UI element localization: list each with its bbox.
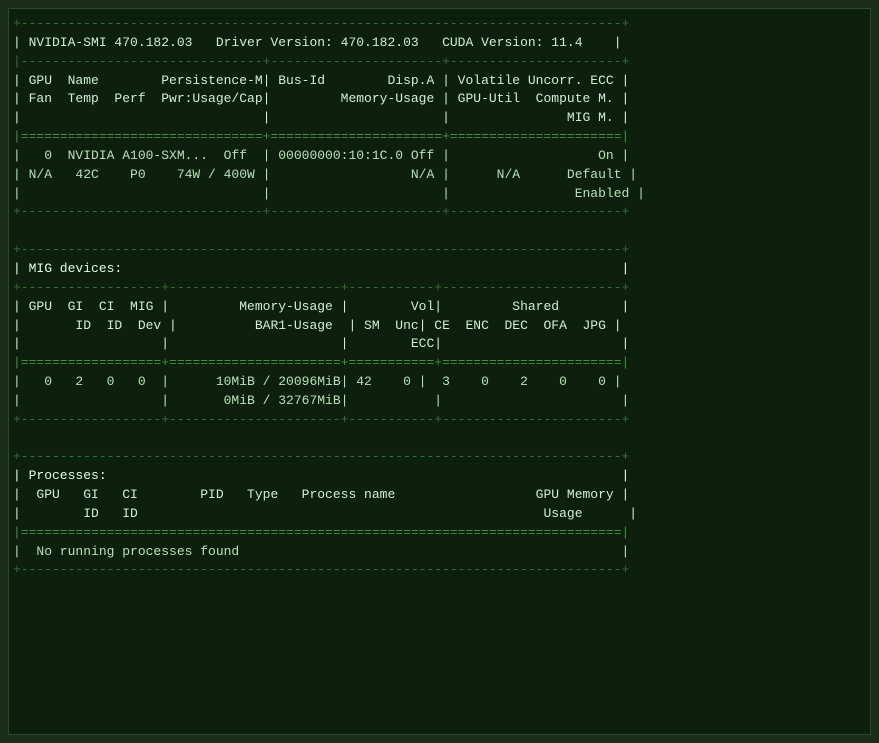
terminal-line-28: | No running processes found | <box>13 543 866 562</box>
terminal-line-27: |=======================================… <box>13 524 866 543</box>
terminal-line-18: |==================+====================… <box>13 354 866 373</box>
terminal-line-5: | | | MIG M. | <box>13 109 866 128</box>
terminal-line-24: | Processes: | <box>13 467 866 486</box>
terminal-line-26: | ID ID Usage | <box>13 505 866 524</box>
terminal-line-4: | Fan Temp Perf Pwr:Usage/Cap| Memory-Us… <box>13 90 866 109</box>
terminal-line-25: | GPU GI CI PID Type Process name GPU Me… <box>13 486 866 505</box>
terminal-line-11 <box>13 222 866 241</box>
terminal-line-23: +---------------------------------------… <box>13 448 866 467</box>
terminal-content: +---------------------------------------… <box>13 15 866 580</box>
terminal-line-19: | 0 2 0 0 | 10MiB / 20096MiB| 42 0 | 3 0… <box>13 373 866 392</box>
terminal-output: +---------------------------------------… <box>8 8 871 735</box>
terminal-line-15: | GPU GI CI MIG | Memory-Usage | Vol| Sh… <box>13 298 866 317</box>
terminal-line-22 <box>13 430 866 449</box>
terminal-line-1: | NVIDIA-SMI 470.182.03 Driver Version: … <box>13 34 866 53</box>
terminal-line-13: | MIG devices: | <box>13 260 866 279</box>
terminal-line-14: +------------------+--------------------… <box>13 279 866 298</box>
terminal-line-17: | | | ECC| | <box>13 335 866 354</box>
terminal-line-2: |-------------------------------+-------… <box>13 53 866 72</box>
terminal-line-6: |===============================+=======… <box>13 128 866 147</box>
terminal-line-0: +---------------------------------------… <box>13 15 866 34</box>
terminal-line-3: | GPU Name Persistence-M| Bus-Id Disp.A … <box>13 72 866 91</box>
terminal-line-20: | | 0MiB / 32767MiB| | | <box>13 392 866 411</box>
terminal-line-21: +------------------+--------------------… <box>13 411 866 430</box>
terminal-line-7: | 0 NVIDIA A100-SXM... Off | 00000000:10… <box>13 147 866 166</box>
terminal-line-16: | ID ID Dev | BAR1-Usage | SM Unc| CE EN… <box>13 317 866 336</box>
terminal-line-8: | N/A 42C P0 74W / 400W | N/A | N/A Defa… <box>13 166 866 185</box>
terminal-line-10: +-------------------------------+-------… <box>13 203 866 222</box>
terminal-line-12: +---------------------------------------… <box>13 241 866 260</box>
terminal-line-9: | | | Enabled | <box>13 185 866 204</box>
terminal-line-29: +---------------------------------------… <box>13 561 866 580</box>
